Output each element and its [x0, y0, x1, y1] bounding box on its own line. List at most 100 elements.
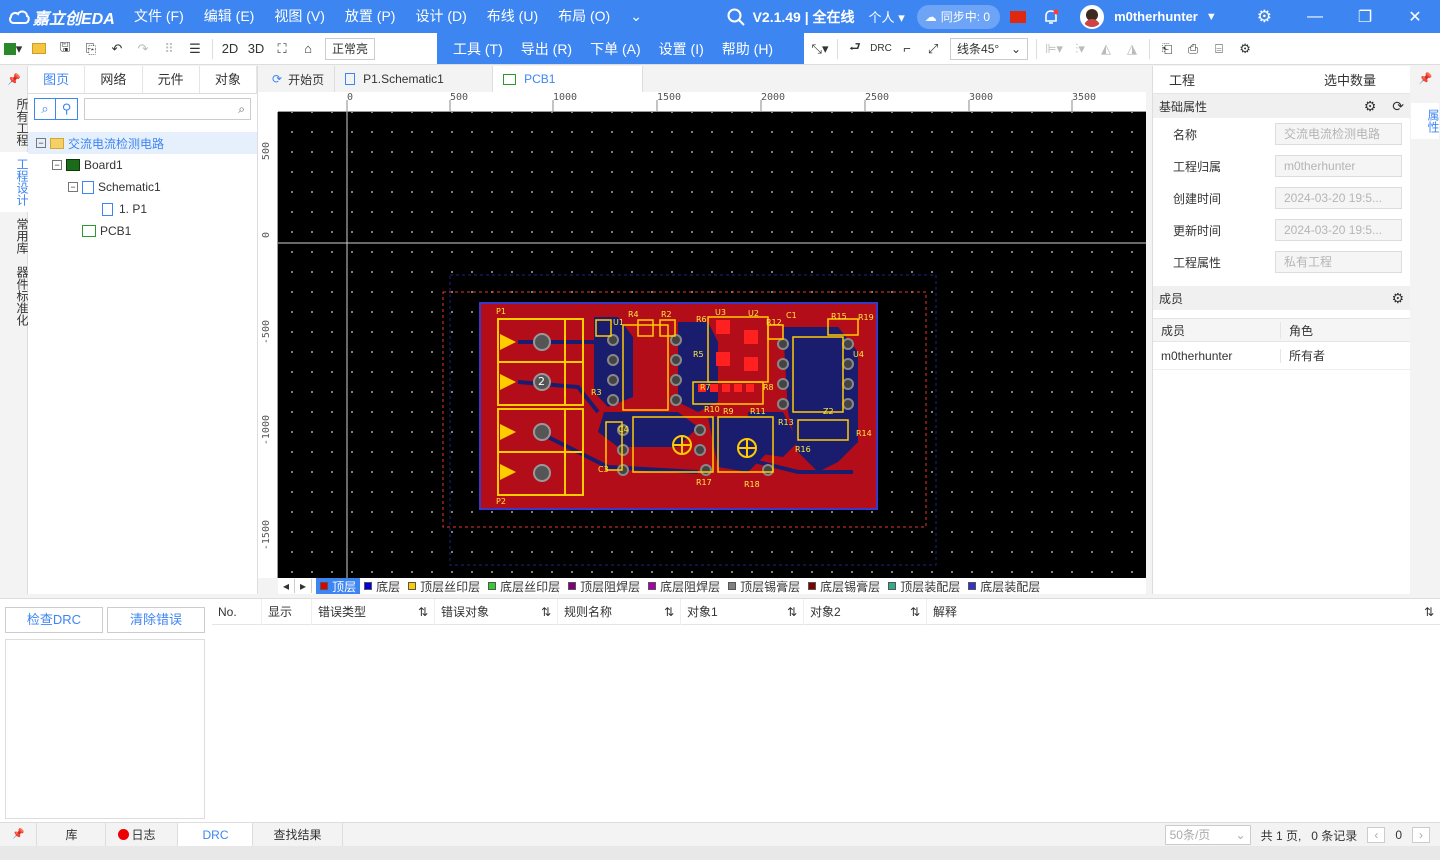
next-page-icon[interactable]: › — [1412, 827, 1430, 843]
filter-icon[interactable]: ⚲ — [56, 98, 78, 120]
avatar[interactable] — [1080, 4, 1105, 29]
menu-design[interactable]: 设计 (D) — [405, 0, 476, 33]
layer-top-assembly[interactable]: 顶层装配层 — [884, 578, 964, 594]
toolbar-settings-icon[interactable]: ⚙ — [1232, 36, 1258, 62]
sort-icon[interactable]: ⇅ — [418, 599, 428, 625]
tab-objects[interactable]: 对象 — [200, 66, 257, 93]
route-diff-icon[interactable]: ⤢ — [920, 36, 946, 62]
layer-bottom[interactable]: 底层 — [360, 578, 404, 594]
tree-item-board[interactable]: − Board1 — [28, 154, 257, 176]
layer-scroll-left-icon[interactable]: ◂ — [278, 579, 296, 593]
layer-top-silk[interactable]: 顶层丝印层 — [404, 578, 484, 594]
export-bom-icon[interactable]: ⎗ — [1154, 36, 1180, 62]
tree-item-pcb[interactable]: PCB1 — [28, 220, 257, 242]
refresh-icon[interactable]: ⟳ — [1392, 98, 1404, 114]
bottom-tab-log[interactable]: 日志 — [106, 822, 179, 847]
column-header-error-type[interactable]: 错误类型 ⇅ — [312, 598, 435, 625]
vtab-common-library[interactable]: 常用库 — [0, 212, 29, 260]
menu-edit[interactable]: 编辑 (E) — [194, 0, 265, 33]
menu-order[interactable]: 下单 (A) — [582, 39, 649, 59]
vtab-project-design[interactable]: 工程设计 — [0, 152, 29, 212]
view-3d-button[interactable]: 3D — [243, 36, 269, 62]
layer-bottom-mask[interactable]: 底层阻焊层 — [644, 578, 724, 594]
pcb-canvas[interactable]: P1 P2 R4 R2 R6 U3 U2 R12 C1 R15 R19 U1 U… — [278, 112, 1146, 578]
highlight-mode-icon[interactable]: ⌂ — [295, 36, 321, 62]
menu-route[interactable]: 布线 (U) — [477, 0, 548, 33]
menu-place[interactable]: 放置 (P) — [335, 0, 406, 33]
tree-item-page[interactable]: 1. P1 — [28, 198, 257, 220]
notification-bell-icon[interactable] — [1042, 8, 1060, 26]
redo-icon[interactable]: ↷ — [130, 36, 156, 62]
menu-tools[interactable]: 工具 (T) — [445, 39, 511, 59]
table-row[interactable]: m0therhunter 所有者 — [1153, 342, 1410, 370]
grid-snap-icon[interactable]: ⠿ — [156, 36, 182, 62]
sort-icon[interactable]: ⇅ — [910, 599, 920, 625]
view-2d-button[interactable]: 2D — [217, 36, 243, 62]
settings-gear-icon[interactable]: ⚙ — [1257, 7, 1272, 27]
layer-top[interactable]: 顶层 — [316, 578, 361, 594]
export-gerber-icon[interactable]: ⎙ — [1180, 36, 1206, 62]
check-drc-button[interactable]: 检查DRC — [5, 607, 103, 633]
list-view-icon[interactable]: ☰ — [182, 36, 208, 62]
route-single-icon[interactable]: ⌐ — [894, 36, 920, 62]
menu-layout[interactable]: 布局 (O) — [548, 0, 620, 33]
bottom-tab-search-results[interactable]: 查找结果 — [253, 822, 343, 847]
tab-components[interactable]: 元件 — [143, 66, 200, 93]
tab-schematic[interactable]: P1.Schematic1 — [335, 66, 494, 92]
minimize-icon[interactable]: — — [1290, 8, 1340, 26]
clear-errors-button[interactable]: 清除错误 — [107, 607, 205, 633]
drc-rule-list[interactable] — [5, 639, 205, 819]
menu-help[interactable]: 帮助 (H) — [714, 39, 781, 59]
sort-icon[interactable]: ⇅ — [541, 599, 551, 625]
current-page[interactable]: 0 — [1395, 828, 1402, 842]
sort-icon[interactable]: ⇅ — [664, 599, 674, 625]
column-header-object2[interactable]: 对象2 ⇅ — [804, 598, 927, 625]
column-header-explanation[interactable]: 解释 ⇅ — [927, 599, 1440, 625]
layer-top-mask[interactable]: 顶层阻焊层 — [564, 578, 644, 594]
sync-status-badge[interactable]: ☁ 同步中: 0 — [916, 4, 1001, 29]
align-left-icon[interactable]: ⊫▾ — [1041, 36, 1067, 62]
menu-file[interactable]: 文件 (F) — [124, 0, 194, 33]
column-header-show[interactable]: 显示 — [262, 598, 312, 625]
display-mode-select[interactable]: 正常亮 — [325, 37, 376, 60]
tab-pages[interactable]: 图页 — [28, 66, 86, 93]
layer-bottom-silk[interactable]: 底层丝印层 — [484, 578, 564, 594]
undo-icon[interactable]: ↶ — [104, 36, 130, 62]
layer-bottom-assembly[interactable]: 底层装配层 — [964, 578, 1044, 594]
more-menus-chevron-icon[interactable]: ⌄ — [620, 0, 652, 33]
collapse-icon[interactable]: − — [52, 160, 62, 170]
collapse-icon[interactable]: − — [68, 182, 78, 192]
search-icon[interactable]: ⌕ — [34, 98, 56, 120]
new-project-icon[interactable]: ▾ — [0, 36, 26, 62]
dimension-tool-icon[interactable]: ⤡▾ — [807, 36, 833, 62]
open-folder-icon[interactable] — [26, 36, 52, 62]
tree-search-input[interactable]: ⌕ — [84, 98, 251, 120]
tree-item-project[interactable]: − 交流电流检测电路 — [28, 132, 257, 154]
column-header-no[interactable]: No. — [212, 598, 262, 625]
vtab-all-projects[interactable]: 所有工程 — [0, 92, 29, 152]
layer-scroll-right-icon[interactable]: ▸ — [295, 579, 313, 593]
project-name-field[interactable]: 交流电流检测电路 — [1275, 123, 1402, 145]
layer-top-paste[interactable]: 顶层锡膏层 — [724, 578, 804, 594]
distribute-icon[interactable]: ⫶▾ — [1067, 36, 1093, 62]
flip-vertical-icon[interactable]: ◮ — [1119, 36, 1145, 62]
collapse-icon[interactable]: − — [36, 138, 46, 148]
pcb-drawing[interactable]: P1 P2 R4 R2 R6 U3 U2 R12 C1 R15 R19 U1 U… — [278, 112, 1146, 578]
sort-icon[interactable]: ⇅ — [1424, 599, 1434, 625]
pin-icon[interactable]: 📌 — [0, 822, 38, 847]
tab-selected-count[interactable]: 选中数量 — [1324, 70, 1376, 89]
tab-nets[interactable]: 网络 — [85, 66, 143, 93]
maximize-icon[interactable]: ❐ — [1340, 7, 1390, 27]
sort-icon[interactable]: ⇅ — [787, 599, 797, 625]
workspace-selector[interactable]: 个人 ▾ — [869, 7, 905, 26]
bottom-tab-drc[interactable]: DRC — [178, 822, 254, 847]
order-pcb-icon[interactable]: ⌸ — [1206, 36, 1232, 62]
menu-export[interactable]: 导出 (R) — [513, 39, 580, 59]
settings-gear-icon[interactable]: ⚙ — [1391, 290, 1404, 307]
line-mode-select[interactable]: 线条45° ⌄ — [950, 37, 1029, 60]
layer-bottom-paste[interactable]: 底层锡膏层 — [804, 578, 884, 594]
column-header-error-object[interactable]: 错误对象 ⇅ — [435, 598, 558, 625]
drc-button[interactable]: DRC — [868, 36, 894, 62]
pin-icon[interactable]: 📌 — [1, 66, 27, 92]
language-flag-icon[interactable] — [1010, 10, 1027, 23]
